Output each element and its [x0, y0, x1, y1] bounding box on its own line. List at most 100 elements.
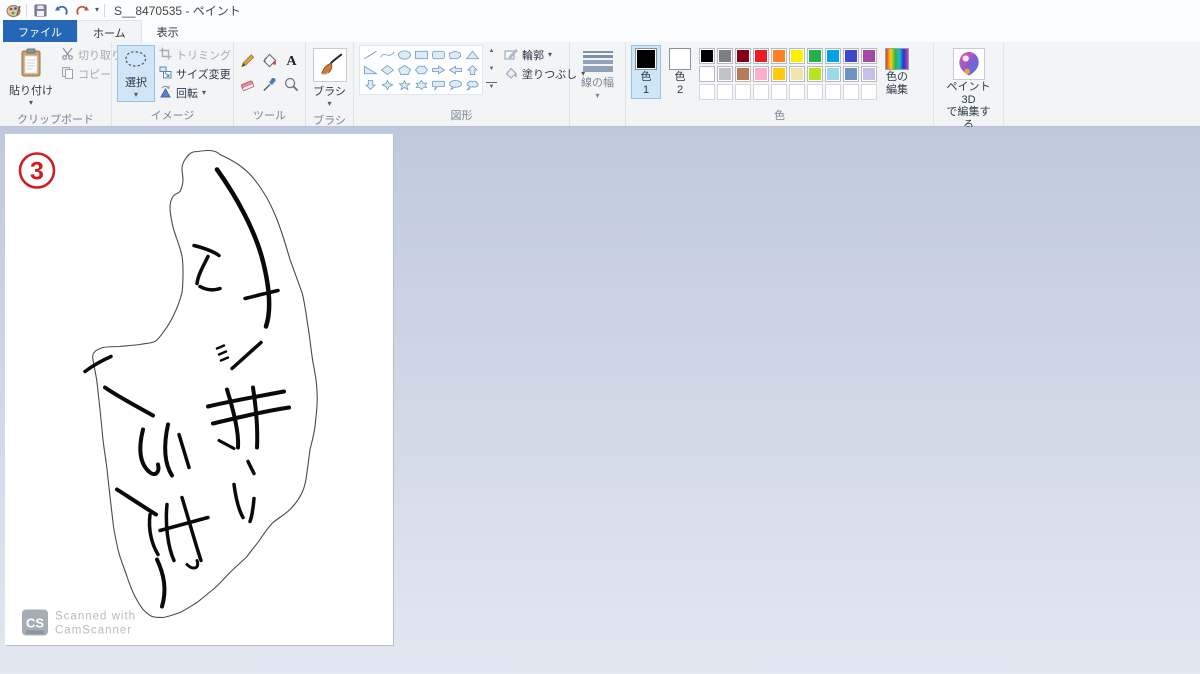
palette-swatch[interactable] [753, 48, 769, 64]
shape-callout-oval[interactable] [447, 78, 463, 92]
save-icon[interactable] [32, 2, 48, 18]
select-button[interactable]: 選択 ▾ [117, 45, 155, 102]
palette-swatch[interactable] [843, 66, 859, 82]
shape-diamond[interactable] [379, 63, 395, 77]
palette-swatch[interactable] [717, 48, 733, 64]
shapes-more-icon[interactable]: ▼ [486, 82, 497, 93]
palette-swatch-empty[interactable] [825, 84, 841, 100]
copy-icon [61, 66, 74, 82]
shape-arrow-down[interactable] [362, 78, 378, 92]
camscanner-badge: CS [26, 616, 44, 631]
shape-star-5[interactable] [396, 78, 412, 92]
resize-button[interactable]: サイズ変更 [159, 66, 231, 82]
palette-swatch[interactable] [825, 66, 841, 82]
brush-dropdown-icon: ▾ [327, 99, 332, 108]
palette-swatch-empty[interactable] [861, 84, 877, 100]
palette-swatch[interactable] [753, 66, 769, 82]
color-picker-tool-button[interactable] [260, 73, 280, 95]
shape-triangle[interactable] [464, 48, 480, 62]
shape-fill-icon [504, 67, 518, 82]
shape-right-triangle[interactable] [362, 63, 378, 77]
tab-view[interactable]: 表示 [142, 20, 194, 42]
shape-line[interactable] [362, 48, 378, 62]
paint3d-button[interactable]: ペイント 3D で編集する [939, 45, 998, 135]
palette-swatch[interactable] [717, 66, 733, 82]
color1-label-line2: 1 [642, 83, 650, 96]
shape-arrow-up[interactable] [464, 63, 480, 77]
palette-swatch[interactable] [843, 48, 859, 64]
palette-swatch[interactable] [735, 48, 751, 64]
palette-swatch[interactable] [699, 48, 715, 64]
palette-swatch[interactable] [771, 66, 787, 82]
palette-swatch-empty[interactable] [807, 84, 823, 100]
marker-circled-3: 3 [18, 152, 56, 189]
group-clipboard: 貼り付け ▾ 切り取り コピー クリップボード [0, 42, 122, 126]
shape-hexagon[interactable] [413, 63, 429, 77]
edit-colors-button[interactable]: 色の 編集 [881, 45, 913, 99]
palette-swatch-empty[interactable] [843, 84, 859, 100]
shape-star-4[interactable] [379, 78, 395, 92]
palette-swatch[interactable] [789, 66, 805, 82]
shape-ellipse[interactable] [396, 48, 412, 62]
palette-swatch[interactable] [807, 48, 823, 64]
rotate-dropdown-icon: ▾ [202, 88, 207, 97]
shape-callout-rounded[interactable] [430, 78, 446, 92]
quick-access-dropdown-icon[interactable]: ▾ [95, 6, 99, 14]
palette-swatch[interactable] [735, 66, 751, 82]
palette-swatch[interactable] [807, 66, 823, 82]
crop-button[interactable]: トリミング [159, 47, 231, 63]
eyedropper-icon [263, 77, 276, 91]
shape-fill-label: 塗りつぶし [522, 69, 578, 81]
text-tool-button[interactable]: A [282, 49, 302, 71]
shape-pentagon[interactable] [396, 63, 412, 77]
paint-canvas[interactable]: 3 CS Scanned with CamScanner [5, 134, 393, 645]
crop-label: トリミング [176, 50, 231, 62]
tab-home[interactable]: ホーム [77, 20, 142, 42]
paste-button[interactable]: 貼り付け ▾ [5, 45, 57, 110]
tab-file[interactable]: ファイル [3, 20, 77, 42]
shape-star-6[interactable] [413, 78, 429, 92]
palette-swatch[interactable] [771, 48, 787, 64]
shape-arrow-right[interactable] [430, 63, 446, 77]
palette-swatch[interactable] [699, 66, 715, 82]
shapes-scroll-up-icon[interactable]: ▲ [486, 47, 497, 57]
shapes-scroll-down-icon[interactable]: ▼ [486, 65, 497, 75]
magnifier-tool-button[interactable] [282, 73, 302, 95]
group-tools: A ツール [234, 42, 306, 126]
palette-swatch[interactable] [861, 48, 877, 64]
shape-rounded-rectangle[interactable] [430, 48, 446, 62]
palette-swatch-empty[interactable] [735, 84, 751, 100]
line-width-icon[interactable] [582, 45, 613, 72]
eraser-tool-button[interactable] [238, 73, 258, 95]
fill-tool-button[interactable] [260, 49, 280, 71]
shapes-group-label: 図形 [450, 110, 473, 122]
palette-swatch-empty[interactable] [717, 84, 733, 100]
pencil-tool-button[interactable] [238, 49, 258, 71]
shape-outline-dropdown-icon: ▾ [548, 50, 553, 59]
redo-icon[interactable] [74, 2, 90, 18]
palette-swatch-empty[interactable] [771, 84, 787, 100]
line-width-dropdown-icon[interactable]: ▾ [595, 92, 599, 100]
color1-button[interactable]: 色 1 [631, 45, 661, 100]
svg-text:3: 3 [30, 158, 44, 186]
palette-swatch-empty[interactable] [753, 84, 769, 100]
palette-swatch[interactable] [789, 48, 805, 64]
undo-icon[interactable] [53, 2, 69, 18]
shape-rectangle[interactable] [413, 48, 429, 62]
palette-swatch-empty[interactable] [699, 84, 715, 100]
line-width-group-label [575, 122, 620, 126]
palette-swatch[interactable] [861, 66, 877, 82]
palette-swatch-empty[interactable] [789, 84, 805, 100]
brush-button[interactable]: ブラシ ▾ [309, 45, 351, 111]
color2-label-line2: 2 [676, 83, 684, 96]
rotate-button[interactable]: 回転 ▾ [159, 85, 231, 101]
edit-colors-label-line1: 色の [886, 71, 908, 83]
palette-swatch[interactable] [825, 48, 841, 64]
shape-arrow-left[interactable] [447, 63, 463, 77]
shape-curve[interactable] [379, 48, 395, 62]
title-bar: ▾ S__8470535 - ペイント [0, 0, 1200, 20]
shape-callout-cloud[interactable] [464, 78, 480, 92]
shape-polygon[interactable] [447, 48, 463, 62]
ribbon-spacer [1004, 42, 1200, 126]
color2-button[interactable]: 色 2 [665, 45, 695, 99]
